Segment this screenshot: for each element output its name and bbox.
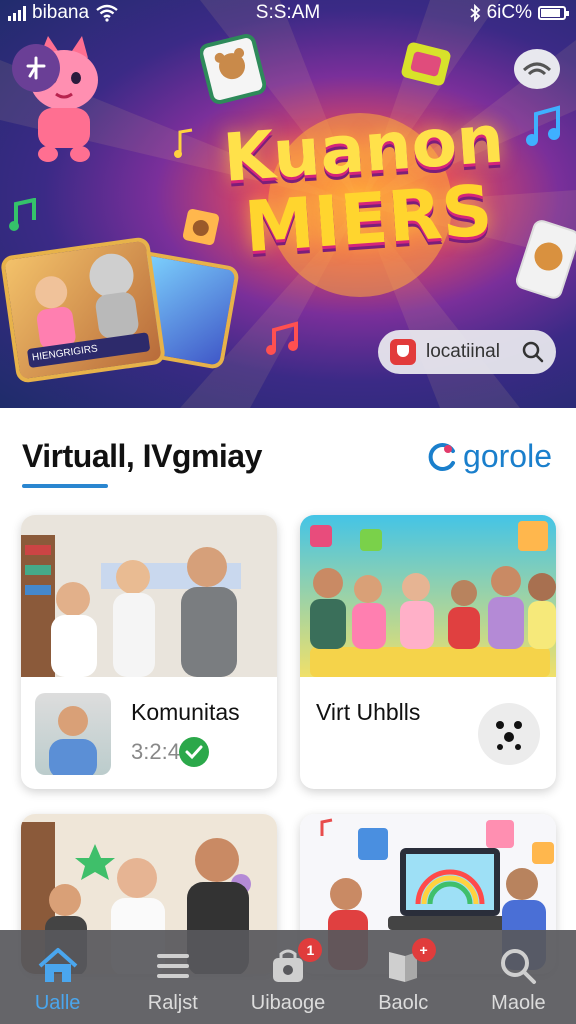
teddy-cube-icon: [200, 34, 266, 105]
nav-label: Ualle: [34, 992, 81, 1014]
music-note-green-icon: [9, 198, 36, 231]
nav-label: Maole: [491, 992, 546, 1014]
section-title: Virtuall, IVgmiay: [22, 438, 262, 474]
status-right: 6iC%: [469, 2, 569, 24]
section-underline: [22, 484, 108, 488]
location-search-pill[interactable]: locatiinal: [378, 330, 556, 374]
nav-label: Raljst: [147, 992, 198, 1014]
card-title: Komunitas: [131, 699, 240, 725]
notification-badge: +: [411, 938, 436, 962]
brand-link[interactable]: gorole: [427, 438, 552, 475]
bottom-navigation: Ualle Raljst 1 Uibaoge + Baolc Maole: [0, 930, 576, 1024]
bluetooth-icon: [470, 4, 480, 22]
brand-logo-icon: [428, 442, 456, 471]
battery-percent: 6iC%: [486, 2, 532, 23]
card-avatar: [35, 693, 111, 775]
list-icon: [156, 954, 189, 978]
home-icon: [38, 948, 77, 982]
nav-item-list[interactable]: Raljst: [115, 930, 230, 1024]
nav-item-search[interactable]: Maole: [461, 930, 576, 1024]
notification-badge: 1: [298, 938, 323, 962]
face-icon: [496, 721, 522, 750]
verified-badge: [179, 737, 209, 767]
avatar-person: [49, 706, 97, 775]
app-screen: bibana S:S:AM 6iC% HIENGRIGIRS Kuanon MI…: [0, 0, 576, 1024]
sparkle-menu-button[interactable]: [12, 44, 60, 92]
music-notes-red-icon: [266, 321, 298, 355]
status-bar: bibana S:S:AM 6iC%: [0, 0, 576, 26]
search-icon: [501, 949, 537, 984]
nav-item-bag[interactable]: 1 Uibaoge: [230, 930, 345, 1024]
signal-waves-icon: [514, 49, 560, 89]
card-photo-community: [21, 515, 277, 677]
card-count: 3:2:4: [131, 739, 180, 764]
battery-icon: [538, 6, 569, 20]
face-button[interactable]: [478, 703, 540, 765]
hero-banner[interactable]: bibana S:S:AM 6iC% HIENGRIGIRS Kuanon MI…: [0, 0, 576, 408]
battery-level-fill: [541, 9, 560, 17]
nav-label: Uibaoge: [250, 992, 326, 1014]
green-cube-icon: [401, 42, 451, 86]
nav-label: Baolc: [378, 992, 429, 1014]
hero-photo-card-left: HIENGRIGIRS: [0, 236, 167, 384]
hero-title: Kuanon MIERS: [192, 100, 541, 268]
app-logo-icon: [390, 339, 416, 365]
sparkle-icon: [26, 56, 46, 80]
card-photo-virtual: [300, 515, 556, 677]
search-icon: [522, 341, 544, 363]
content-card-virt-uhblls[interactable]: Virt Uhblls: [300, 515, 556, 789]
nav-item-bookmark[interactable]: + Baolc: [346, 930, 461, 1024]
content-card-komunitas[interactable]: Komunitas 3:2:4: [21, 515, 277, 789]
card-title: Virt Uhblls: [316, 699, 421, 725]
check-icon: [185, 745, 203, 760]
location-search-label: locatiinal: [426, 341, 500, 362]
brand-name: gorole: [463, 438, 552, 474]
nav-item-home[interactable]: Ualle: [0, 930, 115, 1024]
